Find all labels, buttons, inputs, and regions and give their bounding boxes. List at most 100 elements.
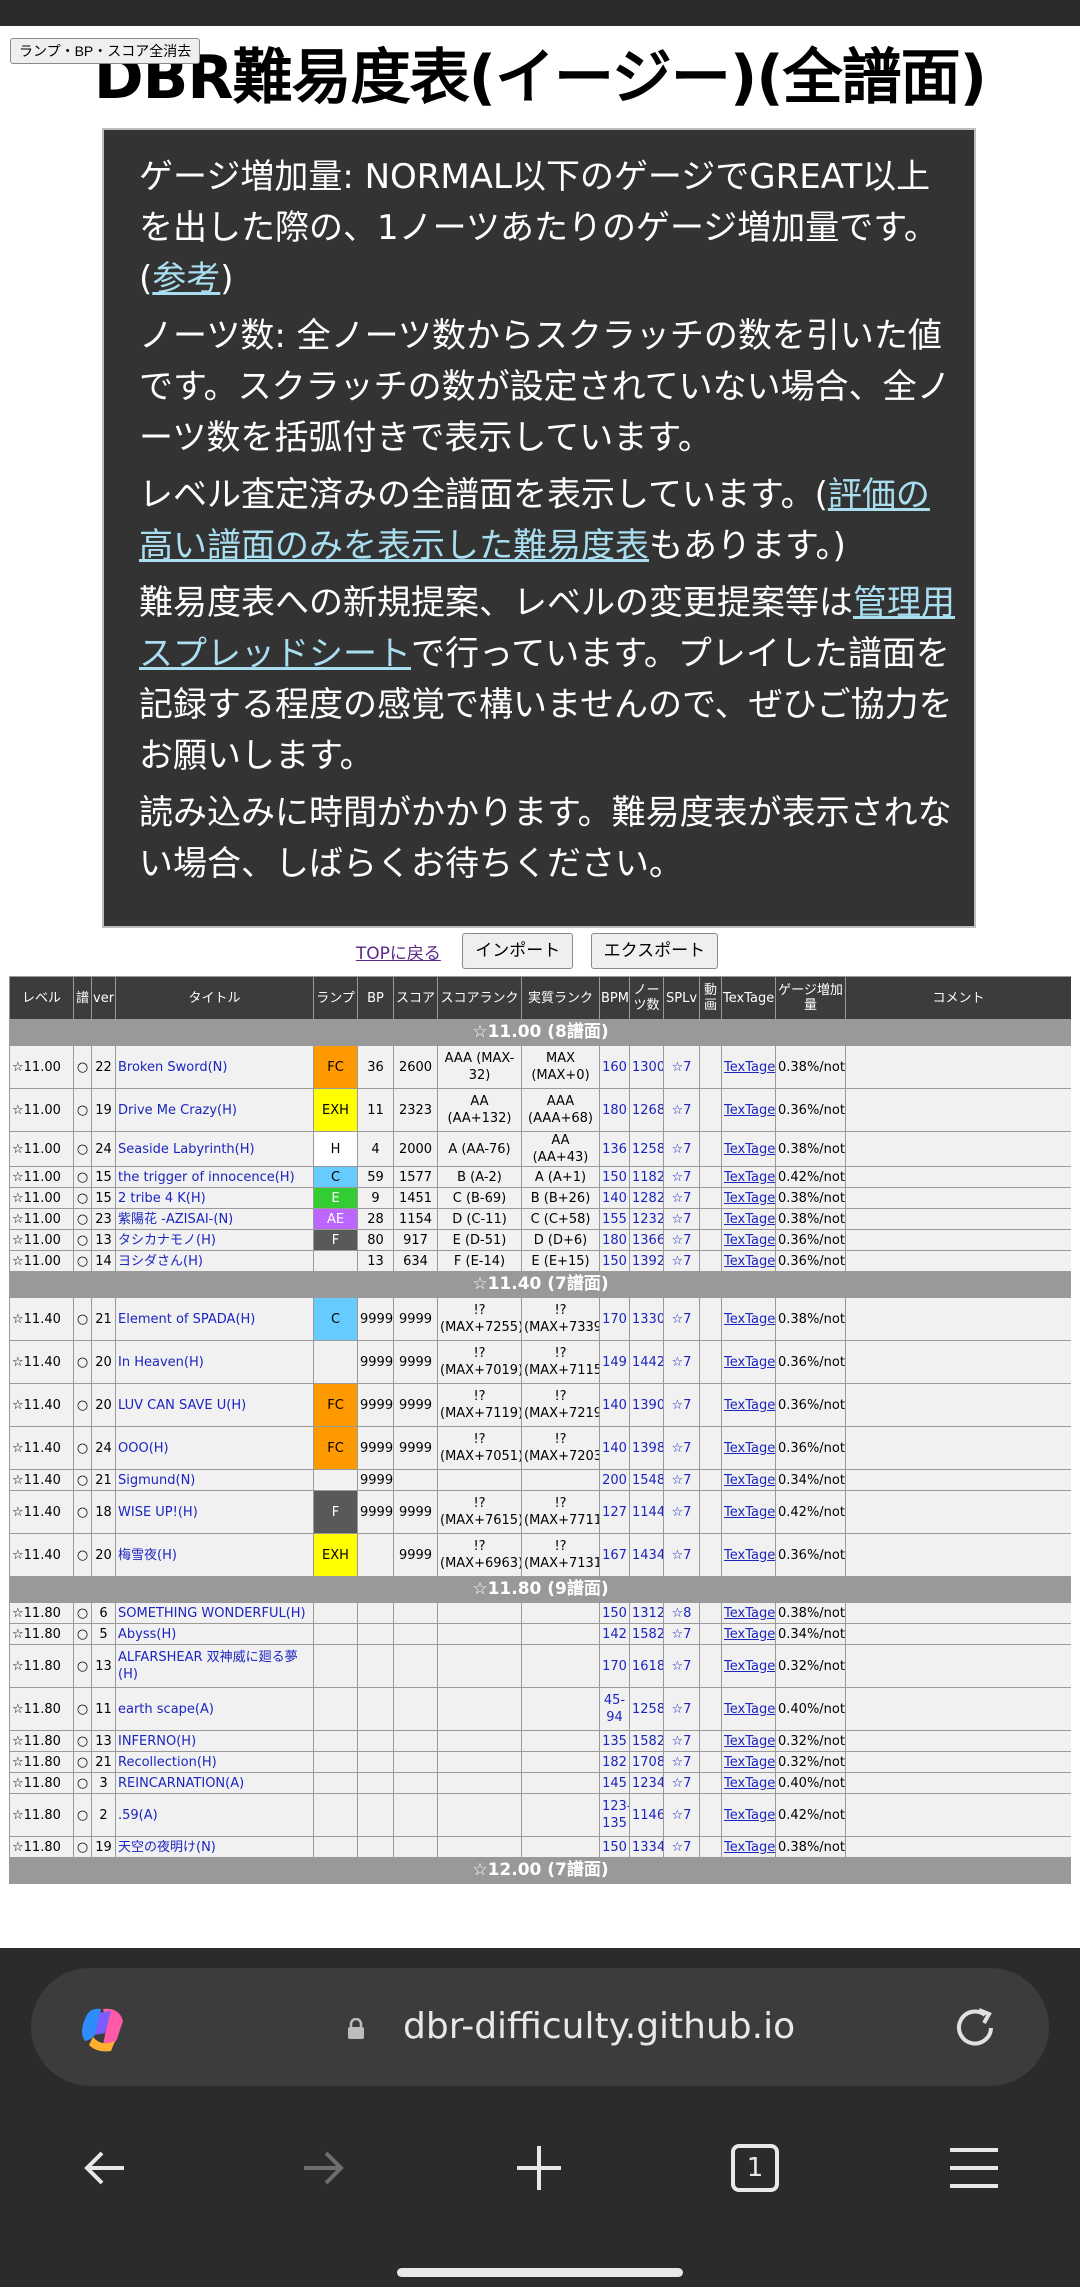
column-header[interactable]: ver — [91, 976, 116, 1020]
textage-link[interactable]: TexTage — [724, 1441, 775, 1456]
column-header[interactable]: TexTage — [721, 976, 776, 1020]
column-header[interactable]: タイトル — [115, 976, 314, 1020]
textage-link[interactable]: TexTage — [724, 1473, 775, 1488]
forward-icon[interactable] — [292, 2138, 352, 2198]
cell-lv: ☆11.40 — [9, 1340, 74, 1384]
cell-score — [393, 1730, 438, 1752]
cell-score: 9999 — [393, 1490, 438, 1534]
textage-link[interactable]: TexTage — [724, 1734, 775, 1749]
cell-splv: ☆7 — [663, 1730, 700, 1752]
lock-icon — [348, 2018, 364, 2039]
address-bar[interactable]: dbr-difficulty.github.io — [31, 1968, 1049, 2086]
cell-rank — [437, 1772, 522, 1794]
textage-link[interactable]: TexTage — [724, 1606, 775, 1621]
column-header[interactable]: 動画 — [699, 976, 722, 1020]
column-header[interactable]: スコアランク — [437, 976, 522, 1020]
new-tab-icon[interactable] — [509, 2138, 569, 2198]
table-row: ☆11.80 ○ 2.59(A) 123-135 1146 ☆7 TexTage 0.42%/… — [9, 1793, 1071, 1837]
cell-comment — [845, 1730, 1071, 1752]
column-header[interactable]: ゲージ増加量 — [775, 976, 846, 1020]
textage-link[interactable]: TexTage — [724, 1808, 775, 1823]
cell-comment — [845, 1793, 1071, 1837]
textage-link[interactable]: TexTage — [724, 1548, 775, 1563]
cell-bpm: 200 — [599, 1469, 630, 1491]
cell-gauge: 0.36%/note — [775, 1533, 846, 1577]
cell-title: Recollection(H) — [115, 1751, 314, 1773]
textage-link[interactable]: TexTage — [724, 1627, 775, 1642]
textage-link[interactable]: TexTage — [724, 1776, 775, 1791]
column-header[interactable]: レベル — [9, 976, 74, 1020]
cell-splv: ☆7 — [663, 1687, 700, 1731]
reload-icon[interactable] — [949, 2002, 1001, 2054]
cell-tex: TexTage — [721, 1208, 776, 1230]
textage-link[interactable]: TexTage — [724, 1355, 775, 1370]
cell-ver: 19 — [91, 1088, 116, 1132]
tabs-icon[interactable]: 1 — [725, 2138, 785, 2198]
level-group-label: ☆11.00 (8譜面) — [9, 1019, 1071, 1046]
column-header[interactable]: 実質ランク — [521, 976, 600, 1020]
column-header[interactable]: ノーツ数 — [629, 976, 664, 1020]
cell-lv: ☆11.00 — [9, 1208, 74, 1230]
textage-link[interactable]: TexTage — [724, 1755, 775, 1770]
textage-link[interactable]: TexTage — [724, 1233, 775, 1248]
cell-real: C (C+58) — [521, 1208, 600, 1230]
textage-link[interactable]: TexTage — [724, 1170, 775, 1185]
cell-notes: 1366 — [629, 1229, 664, 1251]
textage-link[interactable]: TexTage — [724, 1398, 775, 1413]
table-header-row: レベル譜 ver タイトル ランプ BP スコア スコアランク 実質ランク BPM ノーツ数 SPL… — [9, 976, 1071, 1020]
cell-real: AAA (AAA+68) — [521, 1088, 600, 1132]
cell-splv: ☆7 — [663, 1383, 700, 1427]
textage-link[interactable]: TexTage — [724, 1191, 775, 1206]
column-header[interactable]: スコア — [393, 976, 438, 1020]
level-group-header: ☆11.80 (9譜面) — [9, 1576, 1071, 1603]
cell-score: 1451 — [393, 1187, 438, 1209]
cell-bpm: 182 — [599, 1751, 630, 1773]
cell-title: Abyss(H) — [115, 1623, 314, 1645]
column-header[interactable]: SPLv — [663, 976, 700, 1020]
cell-m: ○ — [73, 1383, 92, 1427]
column-header[interactable]: ランプ — [313, 976, 358, 1020]
cell-ver: 6 — [91, 1602, 116, 1624]
menu-icon[interactable] — [944, 2138, 1004, 2198]
textage-link[interactable]: TexTage — [724, 1254, 775, 1269]
textage-link[interactable]: TexTage — [724, 1659, 775, 1674]
cell-rank — [437, 1602, 522, 1624]
cell-splv: ☆7 — [663, 1088, 700, 1132]
cell-comment — [845, 1469, 1071, 1491]
cell-lamp — [313, 1623, 358, 1645]
textage-link[interactable]: TexTage — [724, 1505, 775, 1520]
cell-real: D (D+6) — [521, 1229, 600, 1251]
cell-splv: ☆7 — [663, 1250, 700, 1272]
top-link[interactable]: TOPに戻る — [356, 944, 441, 964]
textage-link[interactable]: TexTage — [724, 1142, 775, 1157]
copilot-icon[interactable] — [75, 1999, 131, 2055]
cell-real: !? (MAX+7219) — [521, 1383, 600, 1427]
column-header[interactable]: 譜 — [73, 976, 92, 1020]
url-text[interactable]: dbr-difficulty.github.io — [403, 2002, 795, 2052]
back-icon[interactable] — [76, 2138, 136, 2198]
clear-all-button[interactable]: ランプ・BP・スコア全消去 — [10, 38, 201, 64]
cell-title: REINCARNATION(A) — [115, 1772, 314, 1794]
column-header[interactable]: BP — [357, 976, 394, 1020]
textage-link[interactable]: TexTage — [724, 1312, 775, 1327]
textage-link[interactable]: TexTage — [724, 1702, 775, 1717]
cell-bpm: 167 — [599, 1533, 630, 1577]
cell-comment — [845, 1490, 1071, 1534]
cell-m: ○ — [73, 1469, 92, 1491]
column-header[interactable]: コメント — [845, 976, 1071, 1020]
textage-link[interactable]: TexTage — [724, 1060, 775, 1075]
cell-bp: 9 — [357, 1187, 394, 1209]
reference-link[interactable]: 参考 — [152, 259, 220, 299]
textage-link[interactable]: TexTage — [724, 1840, 775, 1855]
cell-lv: ☆11.80 — [9, 1751, 74, 1773]
textage-link[interactable]: TexTage — [724, 1103, 775, 1118]
import-button[interactable]: インポート — [462, 933, 574, 969]
cell-score: 2600 — [393, 1045, 438, 1089]
export-button[interactable]: エクスポート — [590, 933, 719, 969]
cell-bpm: 127 — [599, 1490, 630, 1534]
column-header[interactable]: BPM — [599, 976, 630, 1020]
cell-bpm: 150 — [599, 1602, 630, 1624]
cell-tex: TexTage — [721, 1250, 776, 1272]
textage-link[interactable]: TexTage — [724, 1212, 775, 1227]
cell-rank — [437, 1644, 522, 1688]
